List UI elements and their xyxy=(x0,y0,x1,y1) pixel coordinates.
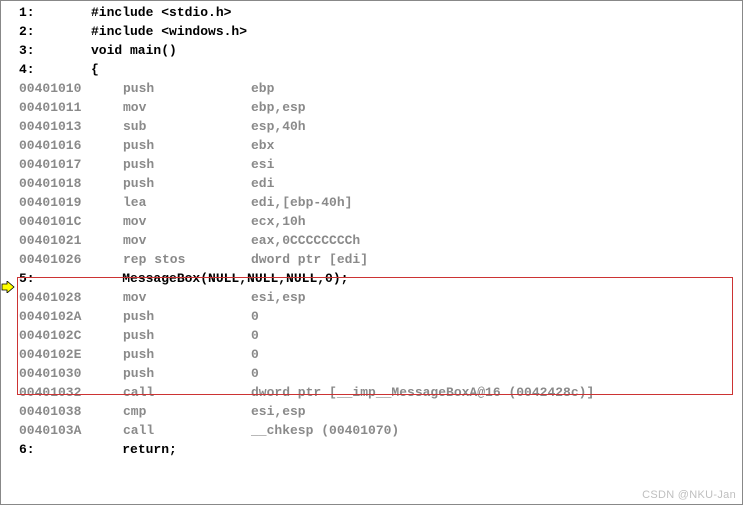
address: 00401010 xyxy=(19,79,123,98)
operands: ebx xyxy=(251,138,274,153)
disassembly-view: 1:#include <stdio.h> 2:#include <windows… xyxy=(1,1,742,461)
mnemonic: push xyxy=(123,136,251,155)
asm-line: 00401010pushebp xyxy=(19,79,742,98)
operands: edi xyxy=(251,176,274,191)
mnemonic: call xyxy=(123,421,251,440)
operands: ebp xyxy=(251,81,274,96)
mnemonic: push xyxy=(123,79,251,98)
mnemonic: sub xyxy=(123,117,251,136)
line-number: 2: xyxy=(19,22,91,41)
mnemonic: mov xyxy=(123,98,251,117)
operands: __chkesp (00401070) xyxy=(251,423,399,438)
line-number: 6: xyxy=(19,440,91,459)
address: 00401017 xyxy=(19,155,123,174)
mnemonic: mov xyxy=(123,231,251,250)
address: 00401019 xyxy=(19,193,123,212)
asm-line: 0040102Apush0 xyxy=(19,307,742,326)
mnemonic: call xyxy=(123,383,251,402)
address: 00401032 xyxy=(19,383,123,402)
operands: 0 xyxy=(251,309,259,324)
source-line: 4:{ xyxy=(19,60,742,79)
source-line: 3:void main() xyxy=(19,41,742,60)
asm-line: 00401016pushebx xyxy=(19,136,742,155)
asm-line: 00401038cmpesi,esp xyxy=(19,402,742,421)
mnemonic: push xyxy=(123,307,251,326)
asm-line: 00401011movebp,esp xyxy=(19,98,742,117)
asm-line: 00401019leaedi,[ebp-40h] xyxy=(19,193,742,212)
operands: edi,[ebp-40h] xyxy=(251,195,352,210)
source-text: #include <stdio.h> xyxy=(91,3,231,22)
asm-line: 0040102Cpush0 xyxy=(19,326,742,345)
operands: esi xyxy=(251,157,274,172)
source-text: MessageBox(NULL,NULL,NULL,0); xyxy=(122,269,348,288)
operands: 0 xyxy=(251,328,259,343)
address: 0040101C xyxy=(19,212,123,231)
source-text: { xyxy=(91,60,99,79)
address: 00401038 xyxy=(19,402,123,421)
line-number: 4: xyxy=(19,60,91,79)
operands: esp,40h xyxy=(251,119,306,134)
mnemonic: push xyxy=(123,155,251,174)
mnemonic: mov xyxy=(123,288,251,307)
mnemonic: push xyxy=(123,364,251,383)
address: 00401011 xyxy=(19,98,123,117)
address: 00401030 xyxy=(19,364,123,383)
address: 00401016 xyxy=(19,136,123,155)
mnemonic: rep stos xyxy=(123,250,251,269)
operands: dword ptr [__imp__MessageBoxA@16 (004242… xyxy=(251,385,594,400)
mnemonic: cmp xyxy=(123,402,251,421)
source-line: 6: return; xyxy=(19,440,742,459)
operands: 0 xyxy=(251,366,259,381)
mnemonic: mov xyxy=(123,212,251,231)
address: 00401021 xyxy=(19,231,123,250)
line-number: 5: xyxy=(19,269,91,288)
source-line: 2:#include <windows.h> xyxy=(19,22,742,41)
operands: eax,0CCCCCCCCh xyxy=(251,233,360,248)
mnemonic: lea xyxy=(123,193,251,212)
source-line: 5: MessageBox(NULL,NULL,NULL,0); xyxy=(19,269,742,288)
mnemonic: push xyxy=(123,326,251,345)
line-number: 3: xyxy=(19,41,91,60)
operands: esi,esp xyxy=(251,404,306,419)
asm-line: 00401030push0 xyxy=(19,364,742,383)
operands: 0 xyxy=(251,347,259,362)
asm-line: 00401021moveax,0CCCCCCCCh xyxy=(19,231,742,250)
asm-line: 0040102Epush0 xyxy=(19,345,742,364)
mnemonic: push xyxy=(123,174,251,193)
line-number: 1: xyxy=(19,3,91,22)
asm-line: 00401026rep stosdword ptr [edi] xyxy=(19,250,742,269)
asm-line: 0040103Acall__chkesp (00401070) xyxy=(19,421,742,440)
address: 00401026 xyxy=(19,250,123,269)
source-text: #include <windows.h> xyxy=(91,22,247,41)
asm-line: 00401013subesp,40h xyxy=(19,117,742,136)
address: 00401028 xyxy=(19,288,123,307)
asm-line: 0040101Cmovecx,10h xyxy=(19,212,742,231)
address: 0040103A xyxy=(19,421,123,440)
address: 0040102E xyxy=(19,345,123,364)
asm-line: 00401032calldword ptr [__imp__MessageBox… xyxy=(19,383,742,402)
watermark-text: CSDN @NKU-Jan xyxy=(642,489,736,501)
asm-line-current: 00401028movesi,esp xyxy=(19,288,742,307)
address: 00401018 xyxy=(19,174,123,193)
operands: dword ptr [edi] xyxy=(251,252,368,267)
address: 0040102A xyxy=(19,307,123,326)
address: 0040102C xyxy=(19,326,123,345)
operands: esi,esp xyxy=(251,290,306,305)
asm-line: 00401017pushesi xyxy=(19,155,742,174)
operands: ebp,esp xyxy=(251,100,306,115)
asm-line: 00401018pushedi xyxy=(19,174,742,193)
source-line: 1:#include <stdio.h> xyxy=(19,3,742,22)
operands: ecx,10h xyxy=(251,214,306,229)
source-text: void main() xyxy=(91,41,177,60)
mnemonic: push xyxy=(123,345,251,364)
source-text: return; xyxy=(122,440,177,459)
address: 00401013 xyxy=(19,117,123,136)
